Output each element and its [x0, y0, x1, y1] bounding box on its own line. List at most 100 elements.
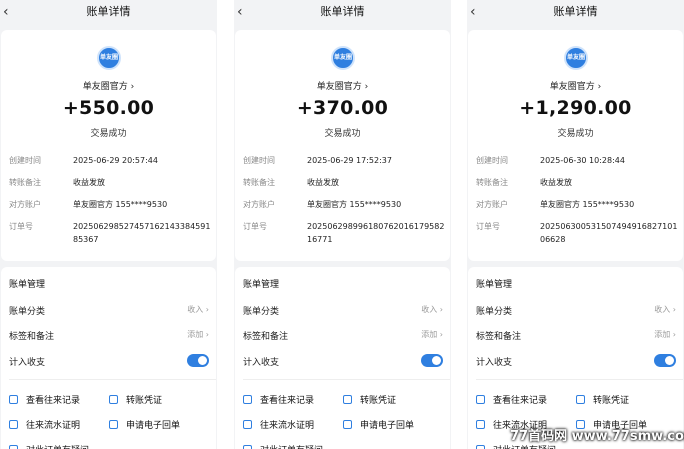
- count-toggle[interactable]: [187, 354, 209, 367]
- nav-bar: ‹ 账单详情: [467, 0, 684, 24]
- proof-icon: [243, 420, 252, 429]
- page-title: 账单详情: [86, 5, 131, 18]
- detail-value: 单友圈官方 155****9530: [540, 200, 635, 209]
- e-receipt-link[interactable]: 申请电子回单: [109, 418, 180, 431]
- panel-gap: [217, 0, 234, 449]
- bill-detail-screen: ‹ 账单详情 单友圈 单友圈官方 › +550.00 交易成功 创建时间 202…: [0, 0, 217, 449]
- panel-gap: [451, 0, 468, 449]
- bill-summary-card: 单友圈 单友圈官方 › +370.00 交易成功 创建时间 2025-06-29…: [235, 30, 450, 261]
- detail-label: 对方账户: [243, 200, 275, 209]
- row-value: 添加 ›: [187, 330, 209, 339]
- row-label: 计入收支: [243, 358, 280, 368]
- bill-detail-screen: ‹ 账单详情 单友圈 单友圈官方 › +370.00 交易成功 创建时间 202…: [234, 0, 451, 449]
- detail-label: 创建时间: [243, 156, 275, 165]
- status-text: 交易成功: [90, 129, 127, 139]
- bill-detail-screen: ‹ 账单详情 单友圈 单友圈官方 › +1,290.00 交易成功 创建时间 2…: [467, 0, 684, 449]
- records-icon: [243, 395, 252, 404]
- row-value: 收入 ›: [187, 305, 209, 314]
- view-records-link[interactable]: 查看往来记录: [9, 393, 80, 406]
- row-label: 账单分类: [9, 307, 46, 317]
- merchant-logo: 单友圈: [97, 46, 121, 70]
- amount: +370.00: [296, 97, 389, 119]
- amount: +550.00: [62, 97, 155, 119]
- detail-value: 2025-06-29 17:52:37: [307, 156, 392, 165]
- back-icon[interactable]: ‹: [470, 0, 476, 24]
- row-value: 添加 ›: [654, 330, 676, 339]
- transfer-voucher-link[interactable]: 转账凭证: [343, 393, 396, 406]
- e-receipt-link[interactable]: 申请电子回单: [343, 418, 414, 431]
- detail-value: 单友圈官方 155****9530: [307, 200, 402, 209]
- action-label: 申请电子回单: [360, 421, 415, 431]
- row-value: 收入 ›: [421, 305, 443, 314]
- action-label: 往来流水证明: [260, 421, 315, 431]
- tags-notes-row[interactable]: 标签和备注 添加 ›: [476, 329, 676, 342]
- merchant-logo: 单友圈: [564, 46, 588, 70]
- watermark: 77首码网 www.77smw.com: [510, 429, 684, 444]
- view-records-link[interactable]: 查看往来记录: [243, 393, 314, 406]
- row-label: 计入收支: [9, 358, 46, 368]
- voucher-icon: [576, 395, 585, 404]
- question-icon: [9, 445, 18, 449]
- view-records-link[interactable]: 查看往来记录: [476, 393, 547, 406]
- bill-management-card: 账单管理 账单分类 收入 › 标签和备注 添加 › 计入收支 查看往来记录 转账…: [468, 267, 683, 449]
- question-icon: [243, 445, 252, 449]
- detail-label: 转账备注: [243, 178, 275, 187]
- records-icon: [476, 395, 485, 404]
- tags-notes-row[interactable]: 标签和备注 添加 ›: [9, 329, 209, 342]
- action-label: 转账凭证: [360, 396, 397, 406]
- transfer-voucher-link[interactable]: 转账凭证: [576, 393, 629, 406]
- section-title: 账单管理: [243, 280, 280, 290]
- detail-value: 收益发放: [540, 178, 572, 187]
- order-question-link[interactable]: 对此订单有疑问: [243, 443, 323, 449]
- question-icon: [476, 445, 485, 449]
- order-question-link[interactable]: 对此订单有疑问: [9, 443, 89, 449]
- detail-value: 2025-06-30 10:28:44: [540, 156, 625, 165]
- mail-icon: [343, 420, 352, 429]
- nav-bar: ‹ 账单详情: [0, 0, 217, 24]
- count-toggle[interactable]: [421, 354, 443, 367]
- detail-label: 创建时间: [476, 156, 508, 165]
- detail-label: 转账备注: [476, 178, 508, 187]
- detail-value: 收益发放: [73, 178, 105, 187]
- bill-category-row[interactable]: 账单分类 收入 ›: [9, 304, 209, 317]
- merchant-logo: 单友圈: [331, 46, 355, 70]
- bill-management-card: 账单管理 账单分类 收入 › 标签和备注 添加 › 计入收支 查看往来记录 转账…: [235, 267, 450, 449]
- detail-label: 对方账户: [476, 200, 508, 209]
- detail-value: 20250630053150749491682710106628: [540, 222, 678, 244]
- detail-value: 收益发放: [307, 178, 339, 187]
- proof-icon: [476, 420, 485, 429]
- proof-icon: [9, 420, 18, 429]
- back-icon[interactable]: ‹: [3, 0, 9, 24]
- status-text: 交易成功: [324, 129, 361, 139]
- action-label: 申请电子回单: [126, 421, 181, 431]
- back-icon[interactable]: ‹: [237, 0, 243, 24]
- merchant-name-link[interactable]: 单友圈官方 ›: [235, 79, 450, 92]
- bill-summary-card: 单友圈 单友圈官方 › +1,290.00 交易成功 创建时间 2025-06-…: [468, 30, 683, 261]
- row-label: 计入收支: [476, 358, 513, 368]
- detail-label: 对方账户: [9, 200, 41, 209]
- merchant-name-link[interactable]: 单友圈官方 ›: [468, 79, 683, 92]
- detail-label: 创建时间: [9, 156, 41, 165]
- flow-proof-link[interactable]: 往来流水证明: [243, 418, 314, 431]
- bill-category-row[interactable]: 账单分类 收入 ›: [476, 304, 676, 317]
- amount: +1,290.00: [519, 97, 632, 119]
- row-label: 标签和备注: [476, 332, 522, 342]
- row-value: 添加 ›: [421, 330, 443, 339]
- bill-management-card: 账单管理 账单分类 收入 › 标签和备注 添加 › 计入收支 查看往来记录 转账…: [1, 267, 216, 449]
- count-toggle[interactable]: [654, 354, 676, 367]
- transfer-voucher-link[interactable]: 转账凭证: [109, 393, 162, 406]
- bill-summary-card: 单友圈 单友圈官方 › +550.00 交易成功 创建时间 2025-06-29…: [1, 30, 216, 261]
- flow-proof-link[interactable]: 往来流水证明: [9, 418, 80, 431]
- bill-category-row[interactable]: 账单分类 收入 ›: [243, 304, 443, 317]
- action-label: 查看往来记录: [260, 396, 315, 406]
- action-label: 往来流水证明: [26, 421, 81, 431]
- tags-notes-row[interactable]: 标签和备注 添加 ›: [243, 329, 443, 342]
- detail-value: 20250629899618076201617958216771: [307, 222, 445, 244]
- count-in-balance-row: 计入收支: [476, 354, 676, 368]
- row-value: 收入 ›: [654, 305, 676, 314]
- section-title: 账单管理: [476, 280, 513, 290]
- merchant-name-link[interactable]: 单友圈官方 ›: [1, 79, 216, 92]
- detail-label: 订单号: [476, 222, 500, 231]
- row-label: 标签和备注: [243, 332, 289, 342]
- divider: [476, 379, 683, 380]
